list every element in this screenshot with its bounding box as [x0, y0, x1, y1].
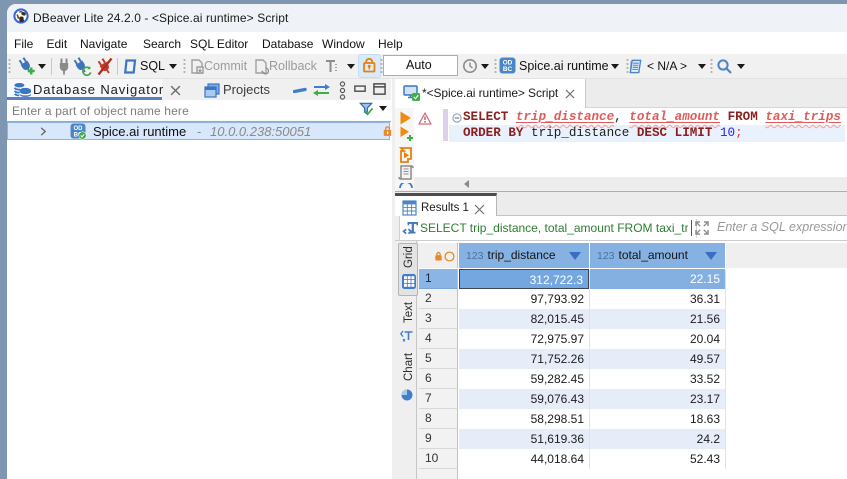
svg-text:BC: BC	[503, 66, 513, 73]
svg-text:OD: OD	[74, 126, 84, 132]
